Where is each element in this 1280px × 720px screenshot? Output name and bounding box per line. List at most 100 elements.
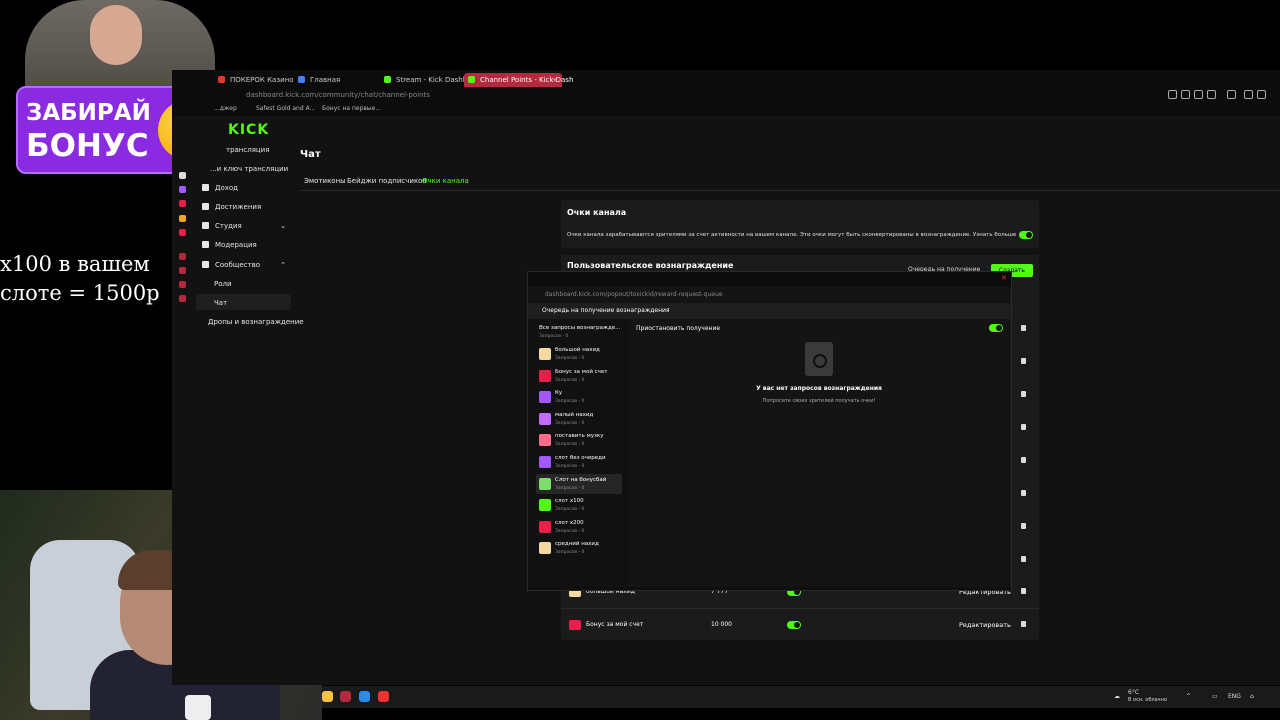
reward-cost: 10 000 — [711, 621, 732, 628]
queue-item-name: слот x100 — [555, 498, 584, 504]
zoom-icon[interactable] — [1168, 90, 1177, 99]
kick-logo[interactable]: KICK — [228, 122, 269, 138]
queue-item[interactable]: поставить музку Запросов - 0 — [536, 430, 622, 450]
rail-app-icon[interactable] — [179, 253, 186, 260]
app-icon[interactable] — [378, 691, 389, 702]
queue-item-name: Ку — [555, 390, 563, 396]
trash-icon[interactable] — [1021, 457, 1026, 463]
sidebar-item-achievements[interactable]: Достижения — [202, 203, 261, 211]
camera-icon[interactable] — [1194, 90, 1203, 99]
queue-item[interactable]: средний нахид Запросов - 0 — [536, 538, 622, 558]
network-icon[interactable]: ⌂ — [1250, 693, 1254, 700]
queue-item-name: средний нахид — [555, 541, 599, 547]
bookmark-item[interactable]: Safest Gold and A... — [256, 102, 315, 116]
new-tab-button[interactable]: + — [548, 73, 562, 87]
bookmark-item[interactable]: ...джер — [214, 102, 237, 116]
page-title: Чат — [300, 149, 321, 160]
bookmark-item[interactable]: Бонус на первые... — [322, 102, 381, 116]
file-explorer-icon[interactable] — [322, 691, 333, 702]
rail-app-icon[interactable] — [179, 281, 186, 288]
channel-points-card: Очки канала Очки канала зарабатываются з… — [561, 200, 1039, 248]
weather-icon[interactable]: ☁ — [1114, 693, 1120, 700]
trash-icon[interactable] — [1021, 556, 1026, 562]
send-icon[interactable] — [1207, 90, 1216, 99]
sidebar-item-stream[interactable]: трансляция — [226, 146, 269, 154]
queue-item-count: Запросов - 0 — [555, 486, 585, 491]
sidebar-item-drops[interactable]: Дропы и вознаграждение — [208, 318, 304, 326]
edit-reward-button[interactable]: Редактировать — [959, 621, 1011, 629]
rail-app-icon[interactable] — [179, 229, 186, 236]
popup-titlebar[interactable]: ✕ — [528, 272, 1011, 286]
community-icon — [202, 261, 209, 268]
drink-can — [185, 695, 211, 720]
trash-icon[interactable] — [1021, 391, 1026, 397]
popup-address-bar[interactable]: dashboard.kick.com/popout/toxickid/rewar… — [528, 287, 1011, 303]
empty-search-icon — [805, 342, 833, 376]
rail-app-icon[interactable] — [179, 267, 186, 274]
rail-app-icon[interactable] — [179, 200, 186, 207]
sidebar-item-income[interactable]: Доход — [202, 184, 238, 192]
sidebar-item-label: Доход — [215, 184, 239, 192]
queue-item-name: Слот на бонусбай — [555, 477, 607, 483]
sidebar-item-label: Сообщество — [215, 261, 261, 269]
sidebar-item-roles[interactable]: Роли — [214, 280, 232, 288]
reward-icon — [539, 542, 551, 554]
trash-icon[interactable] — [1021, 523, 1026, 529]
rail-twitch-icon[interactable] — [179, 186, 186, 193]
queue-item-count: Запросов - 0 — [555, 421, 585, 426]
trash-icon[interactable] — [1021, 490, 1026, 496]
queue-item[interactable]: Бонус за мой счет Запросов - 0 — [536, 366, 622, 386]
sidebar-item-moderation[interactable]: Модерация — [202, 241, 257, 249]
reward-enabled-toggle[interactable] — [787, 621, 801, 629]
tab-main[interactable]: Главная — [294, 73, 382, 87]
reward-icon — [539, 521, 551, 533]
trash-icon[interactable] — [1021, 424, 1026, 430]
sidebar-item-chat[interactable]: Чат — [214, 299, 227, 307]
extensions-icon[interactable] — [1257, 90, 1266, 99]
close-icon[interactable]: ✕ — [1001, 274, 1007, 282]
opera-icon[interactable] — [340, 691, 351, 702]
queue-item[interactable]: Ку Запросов - 0 — [536, 387, 622, 407]
trash-icon[interactable] — [1021, 588, 1026, 594]
address-bar[interactable]: dashboard.kick.com/community/chat/channe… — [172, 88, 1280, 102]
sidebar-item-community[interactable]: Сообщество ⌃ — [202, 261, 286, 269]
tab-emotes[interactable]: Эмотиконы — [304, 177, 346, 185]
popup-header-title: Очередь на получение вознаграждения — [542, 307, 670, 314]
queue-item-count: Запросов - 0 — [555, 378, 585, 383]
channel-points-toggle[interactable] — [1019, 231, 1033, 239]
queue-item[interactable]: Слот на бонусбай Запросов - 0 — [536, 474, 622, 494]
queue-item[interactable]: большой нахид Запросов - 0 — [536, 344, 622, 364]
queue-item-count: Запросов - 0 — [555, 356, 585, 361]
chevron-up-icon[interactable]: ^ — [1186, 693, 1191, 700]
queue-item[interactable]: слот x200 Запросов - 0 — [536, 517, 622, 537]
trash-icon[interactable] — [1021, 621, 1026, 627]
language-indicator[interactable]: ENG — [1228, 693, 1241, 700]
tab-favicon-icon — [298, 76, 305, 83]
telegram-icon[interactable] — [359, 691, 370, 702]
queue-all-requests[interactable]: Все запросы вознагражде... — [539, 325, 620, 331]
heart-icon[interactable] — [1227, 90, 1236, 99]
rail-app-icon[interactable] — [179, 172, 186, 179]
tab-channel-points[interactable]: Очки канала — [422, 177, 469, 185]
empty-state-title: У вас нет запросов вознаграждения — [756, 385, 882, 392]
sidebar-item-stream-key[interactable]: ...и ключ трансляции — [210, 165, 288, 173]
tab-subscriber-badges[interactable]: Бейджи подписчиков — [347, 177, 427, 185]
trash-icon[interactable] — [1021, 325, 1026, 331]
queue-item[interactable]: малый нахид Запросов - 0 — [536, 409, 622, 429]
sidebar-item-studio[interactable]: Студия ⌄ — [202, 222, 286, 230]
reward-icon — [539, 434, 551, 446]
queue-item[interactable]: слот x100 Запросов - 0 — [536, 495, 622, 515]
reward-icon — [569, 620, 581, 630]
trash-icon[interactable] — [1021, 358, 1026, 364]
rail-app-icon[interactable] — [179, 215, 186, 222]
queue-item[interactable]: слот без очереди Запросов - 0 — [536, 452, 622, 472]
shield-icon[interactable] — [1244, 90, 1253, 99]
pause-redemptions-toggle[interactable] — [989, 324, 1003, 332]
rail-settings-icon[interactable] — [179, 295, 186, 302]
share-icon[interactable] — [1181, 90, 1190, 99]
sidebar-item-label: Достижения — [215, 203, 262, 211]
sidebar-item-label: Дропы и вознаграждение — [208, 318, 304, 326]
popup-header: Очередь на получение вознаграждения — [528, 303, 1011, 319]
display-icon[interactable]: ▭ — [1212, 693, 1218, 700]
queue-item-count: Запросов - 0 — [555, 529, 585, 534]
